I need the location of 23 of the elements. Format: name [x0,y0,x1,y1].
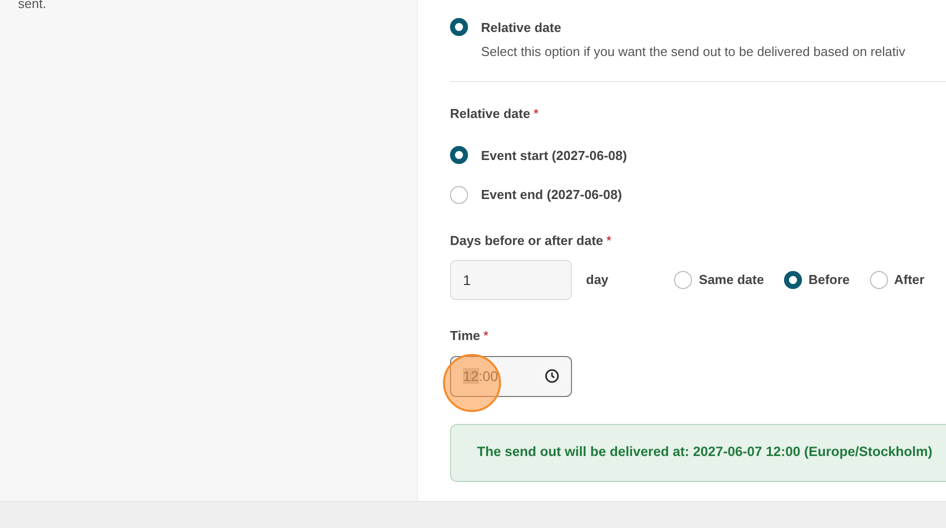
option-description: Select this option if you want the send out to be delivered based on relativ [481,42,906,61]
required-mark: * [533,105,539,123]
radio-label: After [894,271,924,290]
alert-text: The send out will be delivered at: 2027-06-07 12:00 (Europe/Stockholm) [477,443,932,462]
field-label: Days before or after date [450,232,604,250]
radio-button[interactable] [784,271,802,289]
clock-icon[interactable] [545,369,559,383]
field-label: Time [450,327,480,345]
unit-label: day [586,271,608,290]
radio-button[interactable] [450,186,468,204]
radio-label: Event start (2027-06-08) [481,146,627,165]
radio-button[interactable] [674,271,692,289]
option-label: Relative date [481,20,562,35]
field-label: Relative date [450,105,530,123]
number-field[interactable]: 1 [450,260,572,300]
radio-label: Event end (2027-06-08) [481,186,622,204]
radio-button[interactable] [450,18,468,36]
required-mark: * [606,232,612,250]
radio-button[interactable] [450,146,468,164]
required-mark: * [483,327,488,345]
radio-label: Same date [698,271,764,290]
radio-label: Before [808,271,850,290]
radio-button[interactable] [870,271,888,289]
